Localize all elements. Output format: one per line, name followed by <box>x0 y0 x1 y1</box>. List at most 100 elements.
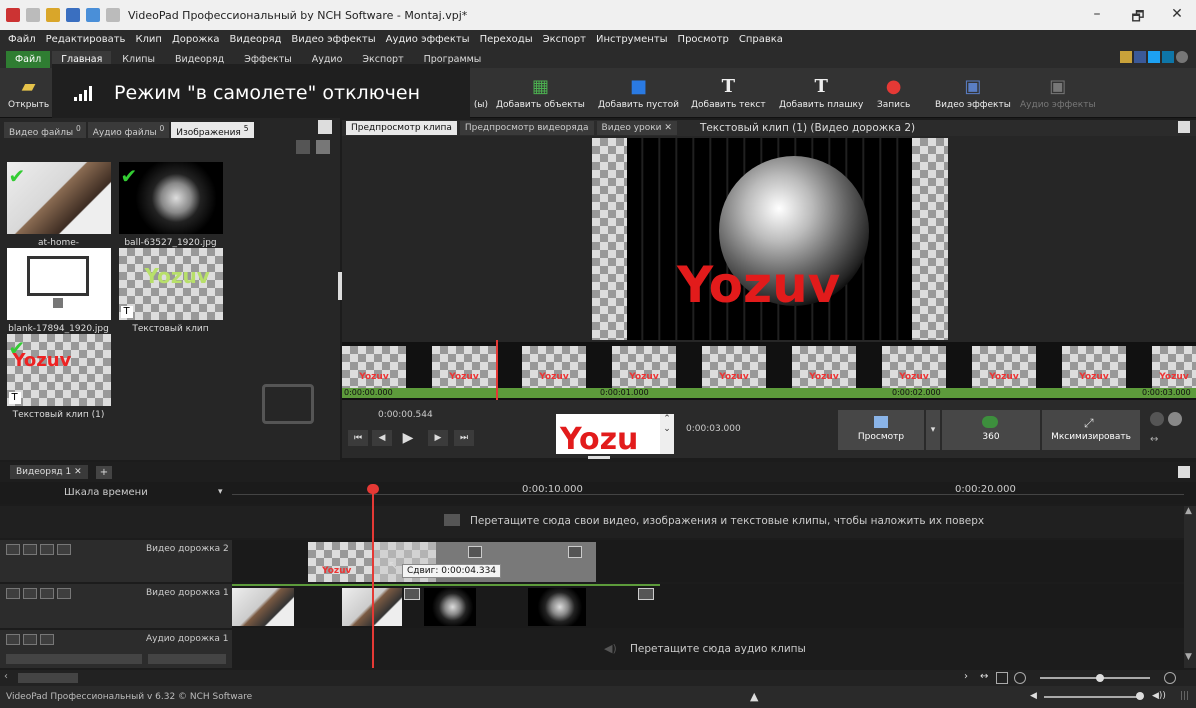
maximize-button[interactable]: 🗗 <box>1123 6 1153 30</box>
view-button[interactable]: Просмотр <box>838 410 924 450</box>
360-button[interactable]: 360 <box>942 410 1040 450</box>
tab-video-lessons[interactable]: Видео уроки ✕ <box>596 121 677 135</box>
close-button[interactable]: ✕ <box>1162 6 1192 22</box>
scroll-up-icon[interactable]: ▲ <box>1185 506 1192 516</box>
minimize-button[interactable]: – <box>1082 6 1112 22</box>
grid-icon[interactable] <box>40 588 54 599</box>
tab-audio-files[interactable]: Аудио файлы 0 <box>87 122 170 138</box>
preview-splitter[interactable] <box>338 272 342 300</box>
zoom-in-icon[interactable] <box>1168 412 1182 426</box>
fit-timeline-icon[interactable]: ↔ <box>980 671 988 682</box>
transition-icon[interactable] <box>468 546 482 558</box>
fit-icon[interactable]: ↔ <box>1150 434 1158 445</box>
view-dropdown-icon[interactable]: ▾ <box>926 410 940 450</box>
twitter-icon[interactable] <box>1148 51 1160 63</box>
timeline-ruler[interactable]: Шкала времени ▾ 0:00:10.000 0:00:20.000 <box>0 482 1196 504</box>
add-plate-button[interactable]: T Добавить плашку <box>779 76 863 111</box>
overlay-drop-zone[interactable]: Перетащите сюда свои видео, изображения … <box>0 506 1184 538</box>
timeline-clip-ball[interactable] <box>424 588 476 626</box>
add-blank-button[interactable]: ■ Добавить пустой <box>598 76 679 111</box>
collapse-icon[interactable] <box>6 588 20 599</box>
timescale-dropdown-icon[interactable]: ▾ <box>218 487 223 497</box>
timeline-vscroll[interactable]: ▲ ▼ <box>1184 506 1196 668</box>
volume-up-icon[interactable]: ◀)) <box>1152 691 1166 701</box>
transition-icon[interactable] <box>404 588 420 600</box>
tab-sequence-preview[interactable]: Предпросмотр видеоряда <box>459 121 594 135</box>
open-button[interactable]: ▰ Открыть <box>8 76 49 111</box>
eye-icon[interactable] <box>23 544 37 555</box>
go-start-button[interactable]: ⏮ <box>348 430 368 446</box>
audio-effects-button[interactable]: ▣ Аудио эффекты <box>1020 76 1096 111</box>
bin-options-icon[interactable] <box>318 120 332 134</box>
scroll-down-icon[interactable]: ▼ <box>1185 652 1192 662</box>
menu-export[interactable]: Экспорт <box>543 34 586 45</box>
master-volume-knob[interactable] <box>1136 692 1144 700</box>
volume-down-icon[interactable]: ◀ <box>1030 691 1037 701</box>
master-volume-slider[interactable] <box>1044 696 1140 698</box>
partial-button[interactable]: (ы) <box>470 76 492 110</box>
record-button[interactable]: ● Запись <box>877 76 910 111</box>
crossfade-icon[interactable] <box>568 546 582 558</box>
playhead-handle[interactable] <box>367 484 379 494</box>
collapse-icon[interactable] <box>6 634 20 645</box>
go-end-button[interactable]: ⏭ <box>454 430 474 446</box>
bin-item-text-clip-1[interactable]: ✔ Yozuv T Текстовый клип (1) <box>6 334 111 420</box>
zoom-in-timeline-icon[interactable] <box>1164 672 1176 684</box>
like-icon[interactable] <box>1120 51 1132 63</box>
close-tab-icon[interactable]: ✕ <box>74 467 82 477</box>
linkedin-icon[interactable] <box>1162 51 1174 63</box>
zoom-fit-icon[interactable] <box>996 672 1008 684</box>
undock-icon[interactable] <box>1178 121 1190 133</box>
preview-playhead[interactable] <box>496 340 498 404</box>
panel-splitter[interactable] <box>588 456 610 459</box>
eye-icon[interactable] <box>23 588 37 599</box>
undock-timeline-icon[interactable] <box>1178 466 1190 478</box>
clip-time-bar[interactable]: 0:00:00.000 0:00:01.000 0:00:02.000 0:00… <box>342 388 1196 398</box>
volume-slider[interactable] <box>6 654 142 664</box>
add-text-button[interactable]: T Добавить текст <box>691 76 766 111</box>
menu-edit[interactable]: Редактировать <box>46 34 126 45</box>
bin-item-blank[interactable]: blank-17894_1920.jpg <box>6 248 111 334</box>
menu-view[interactable]: Просмотр <box>678 34 729 45</box>
open-icon[interactable] <box>46 8 60 22</box>
add-sequence-button[interactable]: + <box>96 466 112 479</box>
menu-file[interactable]: Файл <box>8 34 36 45</box>
menu-clip[interactable]: Клип <box>135 34 162 45</box>
save-icon[interactable] <box>66 8 80 22</box>
bin-item-text-clip[interactable]: Yozuv T Текстовый клип <box>118 248 223 334</box>
new-file-icon[interactable] <box>26 8 40 22</box>
track-body-video-1[interactable] <box>232 584 1184 628</box>
lock-icon[interactable] <box>57 544 71 555</box>
play-button[interactable]: ▶ <box>398 430 418 446</box>
video-effects-button[interactable]: ▣ Видео эффекты <box>935 76 1011 111</box>
step-forward-button[interactable]: ▶ <box>428 430 448 446</box>
zoom-slider-knob[interactable] <box>1096 674 1104 682</box>
zoom-out-icon[interactable] <box>1150 412 1164 426</box>
timeline-clip-ball-2[interactable] <box>528 588 586 626</box>
tab-images[interactable]: Изображения 5 <box>171 122 254 138</box>
tab-file[interactable]: Файл <box>6 51 51 68</box>
menu-tools[interactable]: Инструменты <box>596 34 668 45</box>
collapse-icon[interactable] <box>6 544 20 555</box>
step-back-button[interactable]: ◀ <box>372 430 392 446</box>
track-body-audio-1[interactable]: ◀) Перетащите сюда аудио клипы <box>232 630 1184 668</box>
stepper-arrows-icon[interactable]: ⌃ ⌄ <box>660 414 674 454</box>
grid-icon[interactable] <box>40 544 54 555</box>
bin-item-ball[interactable]: ✔ ball-63527_1920.jpg <box>118 162 223 248</box>
pan-slider[interactable] <box>148 654 226 664</box>
zoom-slider[interactable] <box>1040 677 1150 679</box>
hscroll-thumb[interactable] <box>18 673 78 683</box>
menu-help[interactable]: Справка <box>739 34 783 45</box>
menu-transitions[interactable]: Переходы <box>480 34 533 45</box>
timeline-clip-at-home[interactable] <box>232 588 294 626</box>
menu-video-effects[interactable]: Видео эффекты <box>291 34 375 45</box>
redo-icon[interactable] <box>106 8 120 22</box>
timeline-hscroll[interactable]: ‹ › ↔ <box>0 670 1196 686</box>
crossfade-icon[interactable] <box>638 588 654 600</box>
lock-icon[interactable] <box>40 634 54 645</box>
scroll-left-icon[interactable]: ‹ <box>4 671 8 682</box>
undo-icon[interactable] <box>86 8 100 22</box>
delete-icon[interactable] <box>296 140 310 154</box>
speaker-icon[interactable] <box>23 634 37 645</box>
zoom-out-timeline-icon[interactable] <box>1014 672 1026 684</box>
